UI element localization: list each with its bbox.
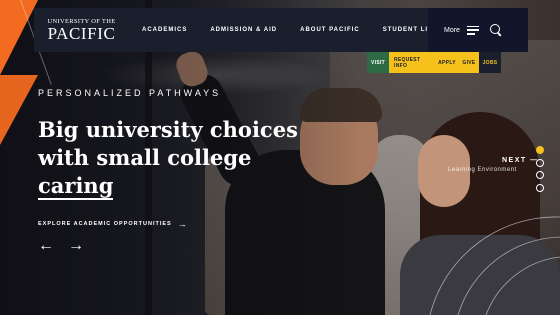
main-navbar: UNIVERSITY OF THE PACIFIC ACADEMICS ADMI… [34, 8, 528, 52]
slide-dot-4[interactable] [536, 183, 544, 192]
headline-line-3: caring [38, 173, 114, 200]
university-logo[interactable]: UNIVERSITY OF THE PACIFIC [44, 18, 119, 42]
headline-line-2: with small college [38, 145, 252, 170]
hero-eyebrow: PERSONALIZED PATHWAYS [38, 88, 222, 98]
slide-dot-1[interactable] [536, 146, 544, 154]
visit-button[interactable]: VISIT [367, 52, 389, 73]
request-info-button[interactable]: REQUEST INFO [389, 52, 435, 73]
explore-academic-link[interactable]: EXPLORE ACADEMIC OPPORTUNITIES → [38, 219, 188, 229]
orange-accent-left [0, 75, 38, 145]
slide-arrows: ← → [38, 238, 84, 254]
hero-headline: Big university choices with small colleg… [38, 116, 328, 200]
search-icon[interactable] [489, 24, 502, 36]
nav-about-pacific[interactable]: ABOUT PACIFIC [300, 27, 360, 33]
next-slide-label[interactable]: NEXT — [502, 157, 539, 164]
next-slide-arrow-icon[interactable]: → [68, 238, 84, 254]
apply-button[interactable]: APPLY [435, 52, 459, 73]
logo-big-text: PACIFIC [47, 24, 116, 43]
give-button[interactable]: GIVE [459, 52, 479, 73]
slide-pagination [536, 146, 544, 192]
nav-right-panel: More [428, 8, 528, 52]
slide-dot-3[interactable] [536, 171, 544, 179]
jobs-button[interactable]: JOBS [479, 52, 501, 73]
more-label[interactable]: More [444, 27, 460, 34]
utility-nav: VISIT REQUEST INFO APPLY GIVE JOBS [367, 52, 501, 73]
cta-label: EXPLORE ACADEMIC OPPORTUNITIES [38, 221, 172, 227]
nav-academics[interactable]: ACADEMICS [142, 27, 187, 33]
orange-accent-top [0, 0, 38, 75]
nav-admission-aid[interactable]: ADMISSION & AID [210, 27, 277, 33]
headline-line-1: Big university choices [38, 117, 298, 142]
hamburger-menu-icon[interactable] [466, 25, 479, 35]
next-slide-title[interactable]: Learning Environment [448, 167, 517, 173]
slide-dot-2[interactable] [536, 158, 544, 167]
prev-slide-arrow-icon[interactable]: ← [38, 238, 54, 254]
arrow-right-icon: → [177, 219, 188, 229]
decorative-arcs [429, 216, 560, 315]
primary-nav: ACADEMICS ADMISSION & AID ABOUT PACIFIC … [142, 8, 461, 52]
